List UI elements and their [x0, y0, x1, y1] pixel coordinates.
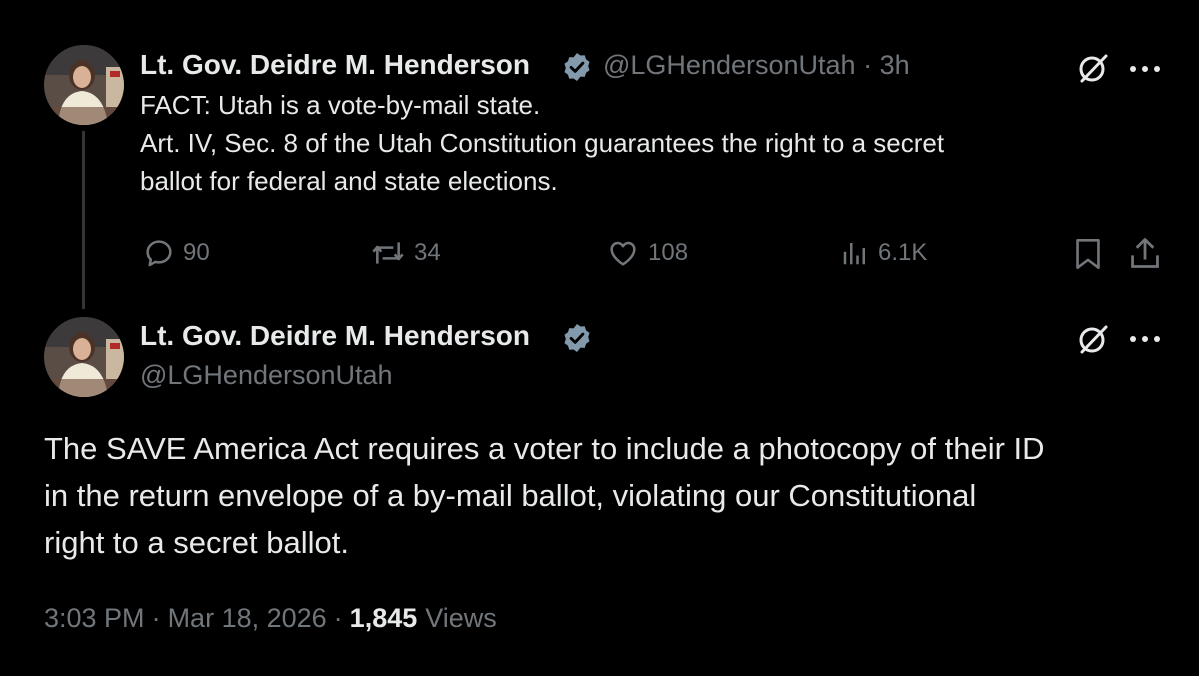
more-icon[interactable]	[1128, 334, 1162, 344]
repost-button[interactable]: 34	[370, 237, 441, 269]
views-count: 6.1K	[878, 239, 928, 266]
thread-line	[82, 131, 85, 309]
tweet-text-line: right to a secret ballot.	[44, 525, 349, 560]
views-count: 1,845	[349, 603, 418, 633]
reply-count: 90	[183, 239, 210, 266]
like-button[interactable]: 108	[606, 237, 688, 269]
author-handle[interactable]: @LGHendersonUtah	[603, 50, 856, 80]
tweet-text-line: Art. IV, Sec. 8 of the Utah Constitution…	[140, 128, 945, 158]
views-button[interactable]: 6.1K	[840, 237, 927, 269]
grok-icon[interactable]	[1076, 323, 1110, 357]
avatar[interactable]	[44, 45, 124, 125]
reply-icon	[146, 240, 172, 267]
share-icon[interactable]	[1128, 236, 1162, 272]
repost-icon	[372, 242, 404, 264]
author-handle[interactable]: @LGHendersonUtah	[140, 360, 393, 391]
bookmark-icon[interactable]	[1073, 237, 1103, 271]
author-name[interactable]: Lt. Gov. Deidre M. Henderson	[140, 320, 530, 352]
post-date[interactable]: Mar 18, 2026	[168, 603, 327, 634]
verified-badge-icon[interactable]	[561, 322, 593, 354]
footer-separator: ·	[333, 603, 343, 633]
views-icon	[843, 243, 865, 265]
tweet-text-line: in the return envelope of a by-mail ball…	[44, 478, 977, 513]
verified-badge-icon[interactable]	[561, 51, 593, 83]
meta-separator: ·	[863, 50, 873, 80]
post-time[interactable]: 3:03 PM	[44, 603, 145, 634]
tweet-footer: 3:03 PM · Mar 18, 2026 · 1,845 Views	[44, 603, 497, 634]
repost-count: 34	[414, 239, 441, 266]
tweet-text: FACT: Utah is a vote-by-mail state. Art.…	[140, 86, 1140, 200]
like-icon	[610, 241, 636, 266]
tweet-text-line: FACT: Utah is a vote-by-mail state.	[140, 90, 541, 120]
like-count: 108	[648, 239, 689, 266]
reply-button[interactable]: 90	[143, 237, 210, 269]
footer-separator: ·	[151, 603, 161, 633]
timestamp[interactable]: 3h	[880, 50, 910, 80]
tweet-text: The SAVE America Act requires a voter to…	[44, 425, 1194, 566]
tweet-text-line: The SAVE America Act requires a voter to…	[44, 431, 1045, 466]
grok-icon[interactable]	[1076, 52, 1110, 86]
more-icon[interactable]	[1128, 64, 1162, 74]
author-name[interactable]: Lt. Gov. Deidre M. Henderson	[140, 49, 530, 81]
tweet-meta: @LGHendersonUtah · 3h	[603, 50, 910, 81]
tweet-text-line: ballot for federal and state elections.	[140, 166, 558, 196]
avatar[interactable]	[44, 317, 124, 397]
views-label: Views	[425, 603, 497, 633]
